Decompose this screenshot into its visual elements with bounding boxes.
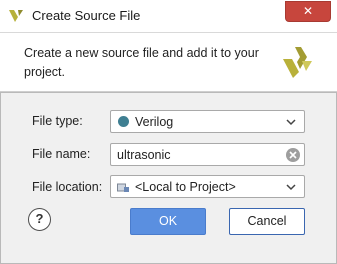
folder-icon	[117, 183, 129, 192]
file-type-select[interactable]: Verilog	[110, 110, 305, 133]
verilog-icon	[118, 116, 129, 127]
file-location-value: <Local to Project>	[135, 180, 236, 194]
help-button[interactable]: ?	[28, 208, 51, 231]
file-location-select[interactable]: <Local to Project>	[110, 175, 305, 198]
cancel-button[interactable]: Cancel	[229, 208, 305, 235]
vivado-app-icon	[9, 10, 23, 22]
vivado-logo-icon	[283, 47, 312, 78]
description-banner: Create a new source file and add it to y…	[0, 33, 337, 92]
chevron-down-icon[interactable]	[286, 182, 296, 192]
file-name-value: ultrasonic	[117, 148, 171, 162]
ok-button[interactable]: OK	[130, 208, 206, 235]
file-type-label: File type:	[32, 114, 83, 128]
file-name-label: File name:	[32, 147, 91, 161]
file-type-value: Verilog	[135, 115, 174, 129]
window-title: Create Source File	[32, 8, 141, 23]
clear-icon[interactable]	[286, 148, 300, 162]
window-close-button[interactable]: ✕	[285, 1, 331, 22]
title-bar: Create Source File ✕	[0, 0, 337, 33]
file-location-label: File location:	[32, 180, 103, 194]
chevron-down-icon[interactable]	[286, 117, 296, 127]
file-name-input[interactable]: ultrasonic	[110, 143, 305, 166]
description-text: Create a new source file and add it to y…	[24, 46, 259, 79]
